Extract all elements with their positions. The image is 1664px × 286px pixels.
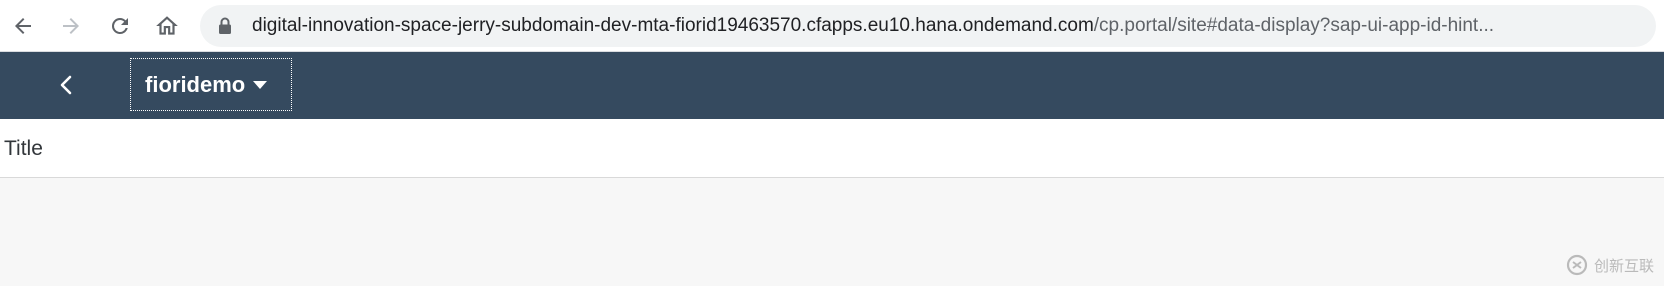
- arrow-right-icon: [63, 18, 79, 34]
- page-header: Title: [0, 119, 1664, 178]
- home-icon: [156, 16, 178, 35]
- app-title: fioridemo: [145, 71, 246, 97]
- caret-down-icon: [253, 80, 268, 89]
- shell-back-button[interactable]: [48, 66, 86, 104]
- browser-toolbar: digital-innovation-space-jerry-subdomain…: [0, 0, 1664, 52]
- reload-icon: [111, 17, 128, 34]
- content-area: 创新互联: [0, 178, 1664, 286]
- page-title: Title: [4, 137, 43, 160]
- url-host: digital-innovation-space-jerry-subdomain…: [252, 15, 1094, 36]
- watermark-text: 创新互联: [1593, 256, 1654, 275]
- url-path: /cp.portal/site#data-display?sap-ui-app-…: [1093, 15, 1495, 36]
- lock-icon: [219, 17, 231, 34]
- app-title-menu-button[interactable]: fioridemo: [130, 58, 292, 111]
- home-button[interactable]: [150, 9, 184, 43]
- arrow-left-icon: [15, 18, 31, 34]
- back-button[interactable]: [6, 9, 40, 43]
- chevron-left-icon: [60, 75, 72, 95]
- watermark-logo: 创新互联: [1566, 254, 1654, 276]
- forward-button[interactable]: [54, 9, 88, 43]
- address-bar[interactable]: digital-innovation-space-jerry-subdomain…: [200, 5, 1656, 47]
- logo-icon: [1566, 254, 1588, 276]
- reload-button[interactable]: [103, 9, 137, 43]
- url-text[interactable]: digital-innovation-space-jerry-subdomain…: [252, 5, 1494, 47]
- shell-header: fioridemo: [0, 52, 1664, 119]
